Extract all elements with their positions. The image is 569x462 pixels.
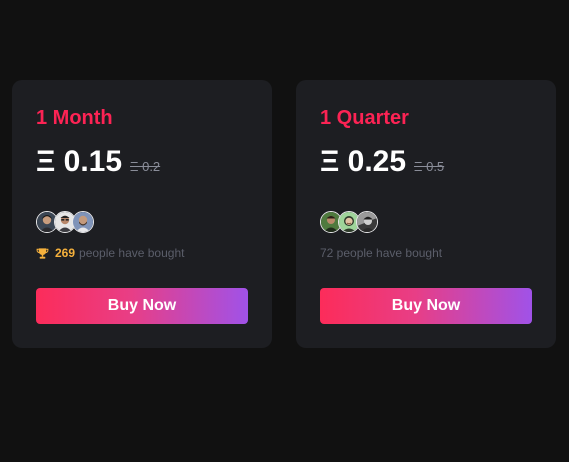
price-row: Ξ 0.15 Ξ 0.2 bbox=[36, 144, 160, 180]
pricing-card-quarter: 1 Quarter Ξ 0.25 Ξ 0.5 72 people have bo… bbox=[296, 80, 556, 348]
bought-count: 269 bbox=[55, 246, 76, 260]
buyer-avatars bbox=[36, 211, 94, 233]
bought-info: 72 people have bought bbox=[320, 246, 442, 260]
buyer-avatars bbox=[320, 211, 378, 233]
plan-title: 1 Quarter bbox=[320, 107, 409, 129]
price-row: Ξ 0.25 Ξ 0.5 bbox=[320, 144, 444, 180]
trophy-icon bbox=[36, 247, 49, 260]
old-price: Ξ 0.2 bbox=[130, 159, 161, 174]
plan-title: 1 Month bbox=[36, 107, 113, 129]
bought-text: 72 people have bought bbox=[320, 246, 443, 260]
price: Ξ 0.25 bbox=[320, 145, 407, 178]
old-price: Ξ 0.5 bbox=[414, 159, 445, 174]
pricing-card-month: 1 Month Ξ 0.15 Ξ 0.2 269 people have bou… bbox=[12, 80, 272, 348]
avatar bbox=[72, 211, 94, 233]
bought-info: 269 people have bought bbox=[36, 246, 184, 260]
price: Ξ 0.15 bbox=[36, 145, 123, 178]
bought-text: people have bought bbox=[79, 246, 185, 260]
avatar bbox=[356, 211, 378, 233]
buy-now-button[interactable]: Buy Now bbox=[36, 288, 248, 324]
buy-now-button[interactable]: Buy Now bbox=[320, 288, 532, 324]
